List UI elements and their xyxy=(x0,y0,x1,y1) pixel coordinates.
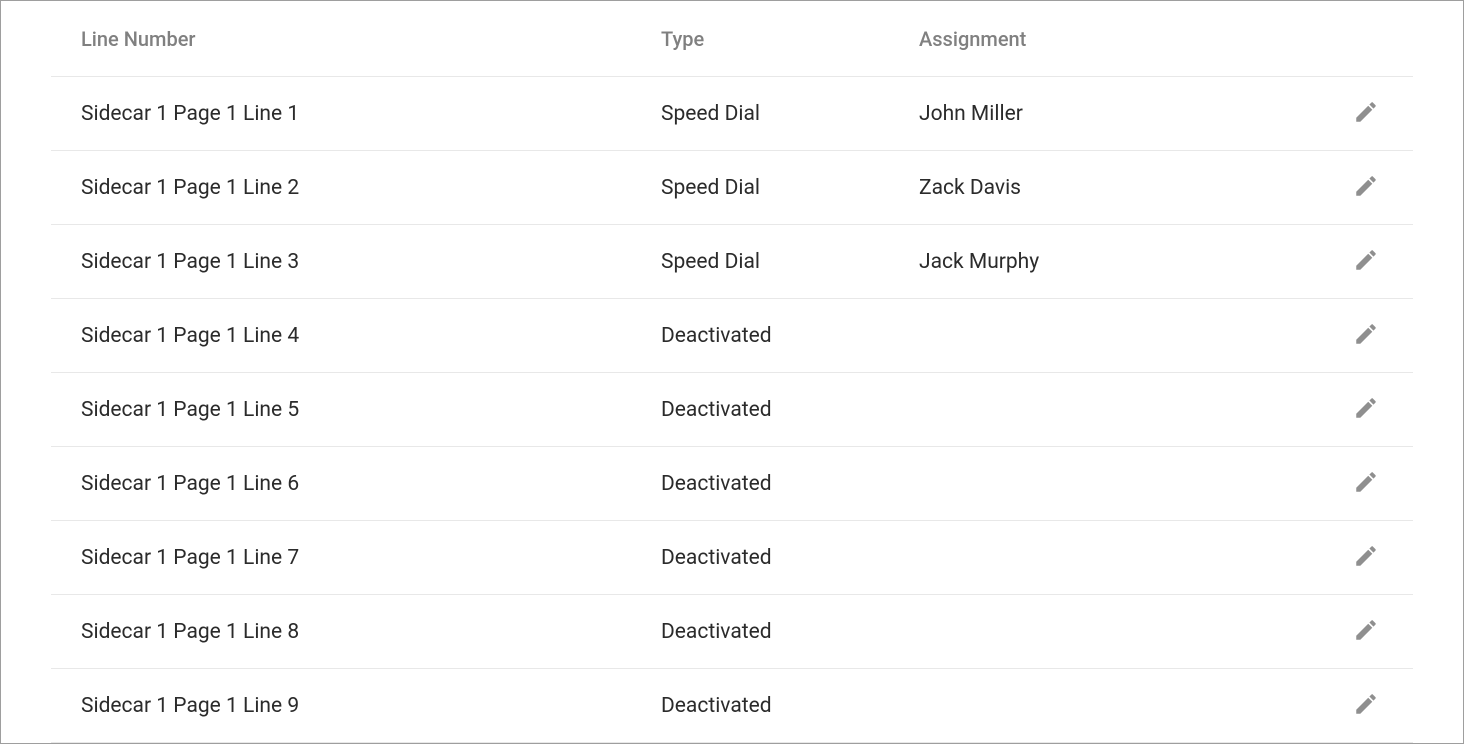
cell-type: Speed Dial xyxy=(661,250,919,274)
pencil-icon xyxy=(1353,469,1379,498)
table-body: Sidecar 1 Page 1 Line 1Speed DialJohn Mi… xyxy=(51,77,1413,743)
cell-line-number: Sidecar 1 Page 1 Line 5 xyxy=(81,398,661,422)
cell-action xyxy=(1343,687,1383,724)
table-row: Sidecar 1 Page 1 Line 2Speed DialZack Da… xyxy=(51,151,1413,225)
edit-button[interactable] xyxy=(1349,243,1383,280)
header-line-number: Line Number xyxy=(81,27,661,51)
table-header-row: Line Number Type Assignment xyxy=(51,1,1413,77)
app-container: Line Number Type Assignment Sidecar 1 Pa… xyxy=(0,0,1464,744)
edit-button[interactable] xyxy=(1349,169,1383,206)
cell-line-number: Sidecar 1 Page 1 Line 2 xyxy=(81,176,661,200)
pencil-icon xyxy=(1353,543,1379,572)
edit-button[interactable] xyxy=(1349,95,1383,132)
cell-line-number: Sidecar 1 Page 1 Line 4 xyxy=(81,324,661,348)
cell-line-number: Sidecar 1 Page 1 Line 8 xyxy=(81,620,661,644)
cell-action xyxy=(1343,391,1383,428)
cell-type: Deactivated xyxy=(661,398,919,422)
pencil-icon xyxy=(1353,173,1379,202)
cell-line-number: Sidecar 1 Page 1 Line 3 xyxy=(81,250,661,274)
pencil-icon xyxy=(1353,99,1379,128)
edit-button[interactable] xyxy=(1349,687,1383,724)
table-row: Sidecar 1 Page 1 Line 8Deactivated xyxy=(51,595,1413,669)
cell-line-number: Sidecar 1 Page 1 Line 6 xyxy=(81,472,661,496)
table-row: Sidecar 1 Page 1 Line 4Deactivated xyxy=(51,299,1413,373)
table-row: Sidecar 1 Page 1 Line 1Speed DialJohn Mi… xyxy=(51,77,1413,151)
cell-action xyxy=(1343,539,1383,576)
pencil-icon xyxy=(1353,395,1379,424)
cell-assignment: Zack Davis xyxy=(919,176,1343,200)
table-row: Sidecar 1 Page 1 Line 7Deactivated xyxy=(51,521,1413,595)
pencil-icon xyxy=(1353,691,1379,720)
cell-type: Speed Dial xyxy=(661,102,919,126)
cell-assignment: John Miller xyxy=(919,102,1343,126)
cell-action xyxy=(1343,317,1383,354)
table-row: Sidecar 1 Page 1 Line 5Deactivated xyxy=(51,373,1413,447)
cell-line-number: Sidecar 1 Page 1 Line 1 xyxy=(81,102,661,126)
cell-action xyxy=(1343,169,1383,206)
cell-action xyxy=(1343,243,1383,280)
cell-action xyxy=(1343,95,1383,132)
header-type: Type xyxy=(661,27,919,51)
edit-button[interactable] xyxy=(1349,613,1383,650)
cell-assignment: Jack Murphy xyxy=(919,250,1343,274)
edit-button[interactable] xyxy=(1349,391,1383,428)
cell-type: Deactivated xyxy=(661,472,919,496)
pencil-icon xyxy=(1353,321,1379,350)
table-row: Sidecar 1 Page 1 Line 3Speed DialJack Mu… xyxy=(51,225,1413,299)
edit-button[interactable] xyxy=(1349,317,1383,354)
cell-type: Deactivated xyxy=(661,620,919,644)
edit-button[interactable] xyxy=(1349,539,1383,576)
cell-line-number: Sidecar 1 Page 1 Line 9 xyxy=(81,694,661,718)
cell-type: Deactivated xyxy=(661,324,919,348)
pencil-icon xyxy=(1353,617,1379,646)
table-row: Sidecar 1 Page 1 Line 6Deactivated xyxy=(51,447,1413,521)
header-assignment: Assignment xyxy=(919,27,1343,51)
cell-type: Speed Dial xyxy=(661,176,919,200)
cell-line-number: Sidecar 1 Page 1 Line 7 xyxy=(81,546,661,570)
table-row: Sidecar 1 Page 1 Line 9Deactivated xyxy=(51,669,1413,743)
pencil-icon xyxy=(1353,247,1379,276)
lines-table: Line Number Type Assignment Sidecar 1 Pa… xyxy=(51,1,1413,743)
cell-action xyxy=(1343,613,1383,650)
cell-type: Deactivated xyxy=(661,694,919,718)
cell-type: Deactivated xyxy=(661,546,919,570)
cell-action xyxy=(1343,465,1383,502)
edit-button[interactable] xyxy=(1349,465,1383,502)
